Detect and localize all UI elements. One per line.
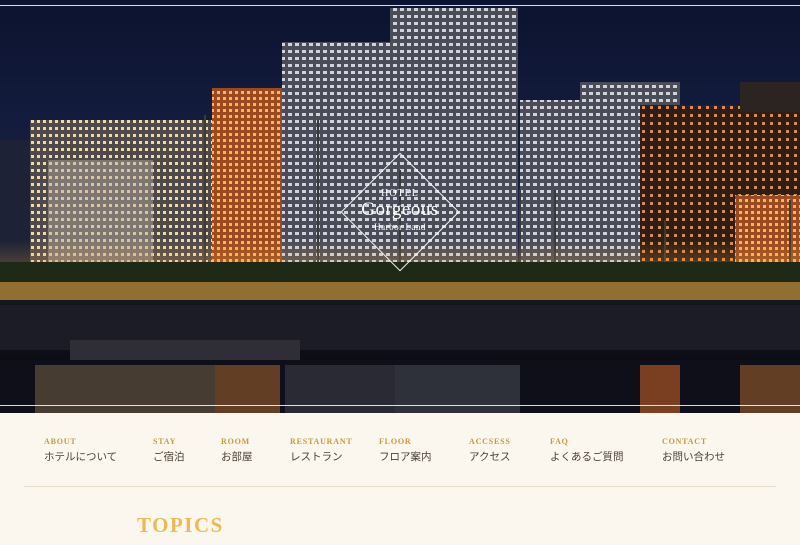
nav-item-en-label: FLOOR xyxy=(379,437,412,446)
nav-item-en-label: ABOUT xyxy=(44,437,77,446)
logo-line-subtitle: Harbor Land xyxy=(374,222,426,232)
nav-item-ja-label: ご宿泊 xyxy=(153,451,185,463)
nav-item-en-label: RESTAURANT xyxy=(290,437,353,446)
hero-frame-line-top xyxy=(0,5,800,6)
logo-line-name: Gorgeous xyxy=(361,199,439,220)
nav-divider xyxy=(24,486,776,487)
nav-item-ja-label: お問い合わせ xyxy=(662,451,725,463)
hotel-logo[interactable]: HOTEL Gorgeous Harbor Land xyxy=(340,152,460,272)
nav-item-stay[interactable]: STAY ご宿泊 xyxy=(153,437,185,464)
nav-item-en-label: ROOM xyxy=(221,437,250,446)
nav-item-ja-label: よくあるご質問 xyxy=(550,451,624,463)
nav-item-en-label: FAQ xyxy=(550,437,569,446)
nav-item-contact[interactable]: CONTACT お問い合わせ xyxy=(662,437,725,464)
hero-frame-line-bottom xyxy=(0,405,800,406)
nav-item-faq[interactable]: FAQ よくあるご質問 xyxy=(550,437,624,464)
hero-image: HOTEL Gorgeous Harbor Land xyxy=(0,0,800,413)
nav-item-room[interactable]: ROOM お部屋 xyxy=(221,437,253,464)
section-title-topics: TOPICS xyxy=(137,513,224,537)
logo-line-hotel: HOTEL xyxy=(381,188,419,199)
nav-item-floor[interactable]: FLOOR フロア案内 xyxy=(379,437,432,464)
page: HOTEL Gorgeous Harbor Land ABOUT ホテルについて… xyxy=(0,0,800,545)
nav-item-ja-label: レストラン xyxy=(290,451,343,463)
nav-item-en-label: CONTACT xyxy=(662,437,708,446)
nav-item-en-label: STAY xyxy=(153,437,177,446)
nav-item-about[interactable]: ABOUT ホテルについて xyxy=(44,437,117,464)
nav-item-restaurant[interactable]: RESTAURANT レストラン xyxy=(290,437,353,464)
nav-item-ja-label: ホテルについて xyxy=(44,451,118,463)
nav-item-ja-label: フロア案内 xyxy=(379,451,432,463)
nav-item-ja-label: お部屋 xyxy=(221,451,253,463)
nav-item-ja-label: アクセス xyxy=(469,451,511,463)
nav-item-access[interactable]: ACCSESS アクセス xyxy=(469,437,511,464)
global-nav: ABOUT ホテルについて STAY ご宿泊 ROOM お部屋 RESTAURA… xyxy=(0,413,800,487)
nav-item-en-label: ACCSESS xyxy=(469,437,511,446)
